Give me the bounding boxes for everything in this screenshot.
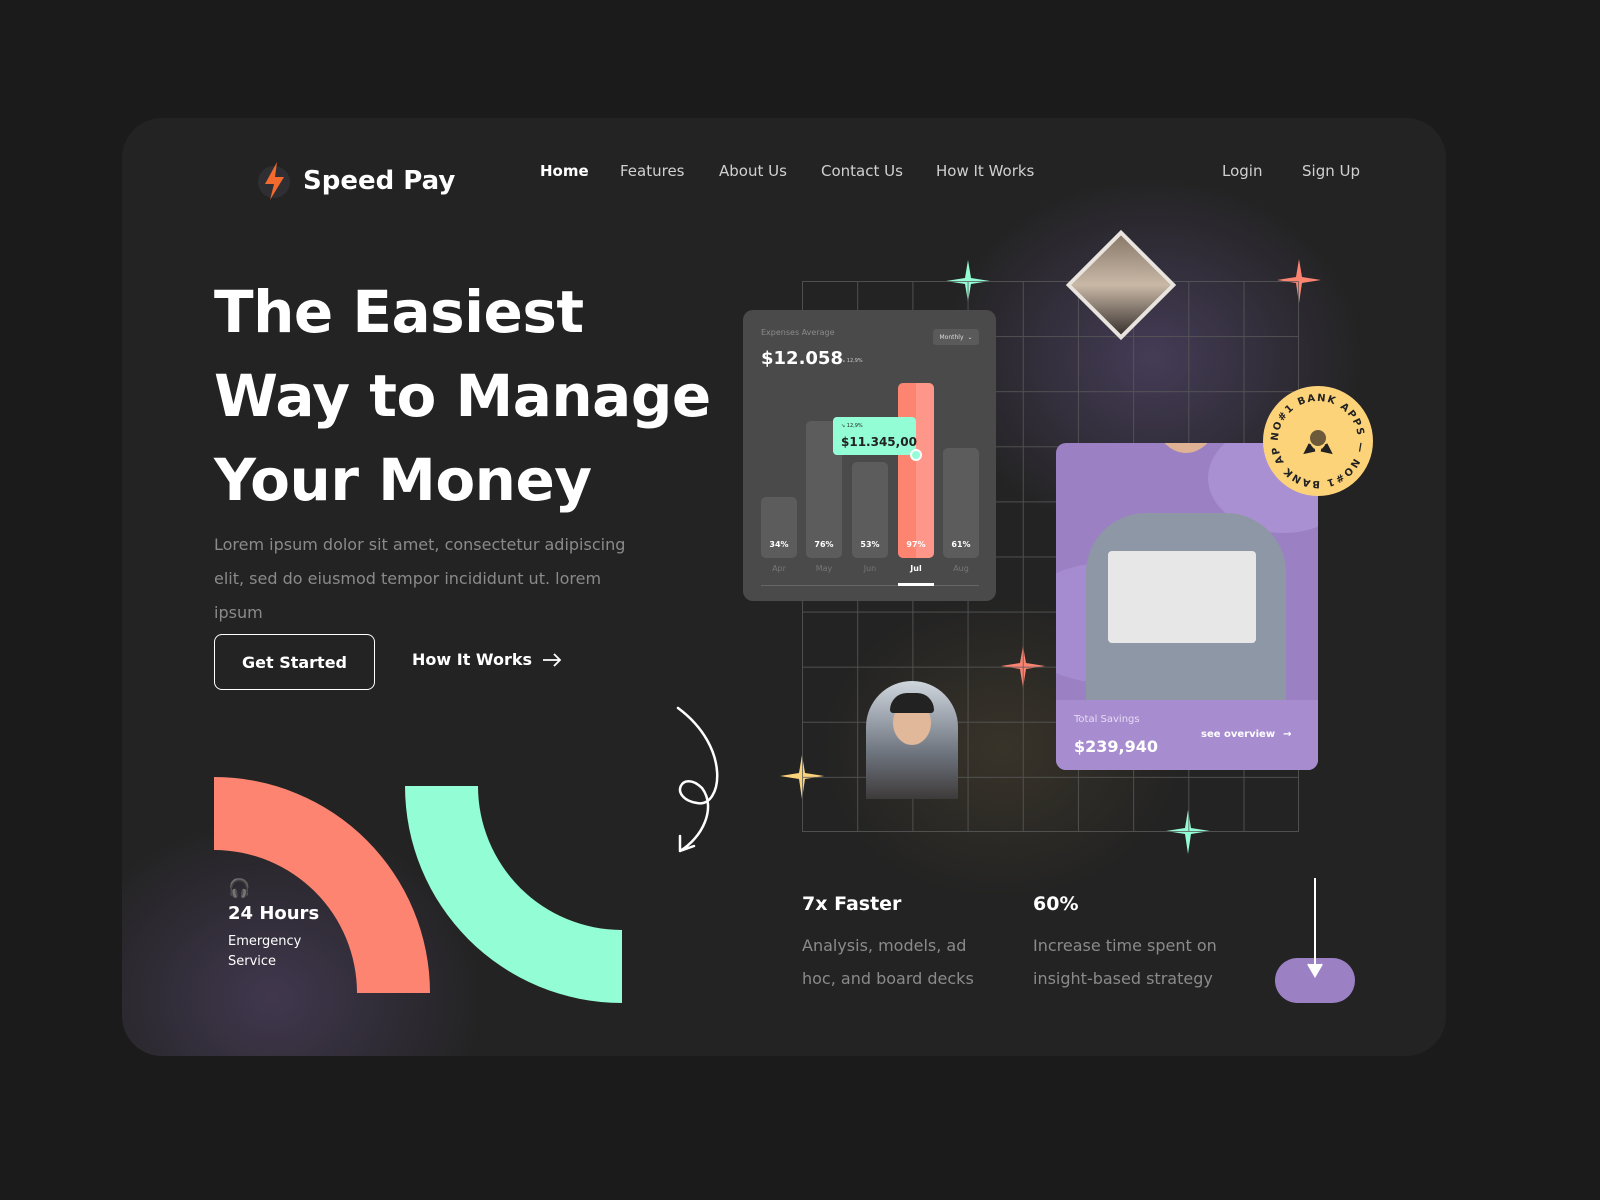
month-label: Jul — [910, 564, 922, 573]
month-label: Jun — [863, 564, 877, 573]
expenses-label: Expenses Average — [761, 328, 835, 337]
no1-badge: NO#1 BANK APPS — NO#1 BANK APPS — — [1257, 378, 1373, 496]
bar-label: 61% — [951, 540, 971, 549]
service-info: 🎧 24 Hours Emergency Service — [228, 878, 320, 969]
month-label: Apr — [772, 564, 786, 573]
trend-down-icon: ↘ 12,9% — [841, 423, 863, 429]
chart-point — [910, 449, 922, 461]
bar-label: 53% — [860, 540, 880, 549]
period-dropdown[interactable]: Monthly ⌄ — [933, 329, 979, 345]
photo-woman — [866, 681, 958, 799]
savings-label: Total Savings — [1074, 714, 1140, 725]
expenses-amount: $12.058 — [761, 348, 843, 369]
stat-faster: 7x Faster Analysis, models, ad hoc, and b… — [802, 893, 974, 988]
bar-jul[interactable] — [898, 383, 934, 558]
see-overview-link[interactable]: see overview → — [1201, 729, 1291, 740]
expenses-change: ↘ 12,9% — [841, 358, 863, 364]
month-label: May — [815, 564, 833, 573]
landing-card: Speed Pay Home Features About Us Contact… — [122, 118, 1446, 1056]
expenses-chart-card: Expenses Average Monthly ⌄ $12.058 ↘ 12,9… — [743, 310, 996, 601]
award-icon — [1303, 430, 1333, 455]
bar-label: 34% — [769, 540, 789, 549]
savings-amount: $239,940 — [1074, 737, 1159, 756]
curly-arrow — [676, 706, 719, 853]
trend-down-icon: ↘ — [841, 358, 846, 364]
month-label: Aug — [953, 564, 969, 573]
arrow-right-icon: → — [1283, 729, 1292, 740]
chart-tooltip: ↘ 12,9% $11.345,00 — [833, 417, 917, 455]
mint-arc — [405, 786, 622, 1003]
arrow-down-icon — [1307, 878, 1323, 978]
stat-percent: 60% Increase time spent on insight-based … — [1033, 893, 1217, 988]
chevron-down-icon: ⌄ — [967, 333, 973, 341]
bar-label: 76% — [814, 540, 834, 549]
bar-label: 97% — [906, 540, 926, 549]
headphones-icon: 🎧 — [228, 878, 251, 899]
